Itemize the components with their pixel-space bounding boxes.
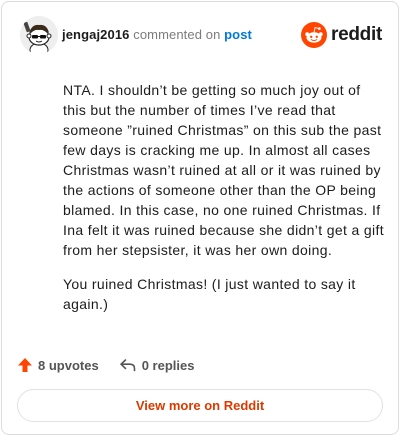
upvote-arrow-icon xyxy=(18,358,32,372)
comment-header: jengaj2016 commented on post reddit xyxy=(20,16,384,56)
comment-meta: jengaj2016 commented on post xyxy=(62,27,252,42)
username[interactable]: jengaj2016 xyxy=(62,27,130,42)
comment-body: NTA. I shouldn’t be getting so much joy … xyxy=(63,80,385,328)
reddit-logo-icon xyxy=(301,22,328,48)
reply-count: 0 replies xyxy=(141,357,195,373)
replies-button[interactable]: 0 replies xyxy=(119,357,195,373)
avatar[interactable] xyxy=(20,16,58,54)
upvote-count: 8 upvotes xyxy=(38,357,99,373)
view-more-button[interactable]: View more on Reddit xyxy=(17,389,383,422)
comment-paragraph: NTA. I shouldn’t be getting so much joy … xyxy=(63,82,384,258)
reply-arrow-icon xyxy=(119,359,135,372)
snoo-avatar-icon xyxy=(20,16,58,54)
commented-label: commented on xyxy=(133,27,221,42)
comment-footer: 8 upvotes 0 replies xyxy=(17,354,214,376)
post-link[interactable]: post xyxy=(224,27,252,42)
upvote-button[interactable]: 8 upvotes xyxy=(17,357,99,373)
brand-name: reddit xyxy=(331,24,382,45)
reddit-comment-embed: jengaj2016 commented on post reddit NTA.… xyxy=(1,1,399,435)
comment-paragraph: You ruined Christmas! (I just wanted to … xyxy=(63,276,356,312)
reddit-brand[interactable]: reddit xyxy=(301,22,382,48)
